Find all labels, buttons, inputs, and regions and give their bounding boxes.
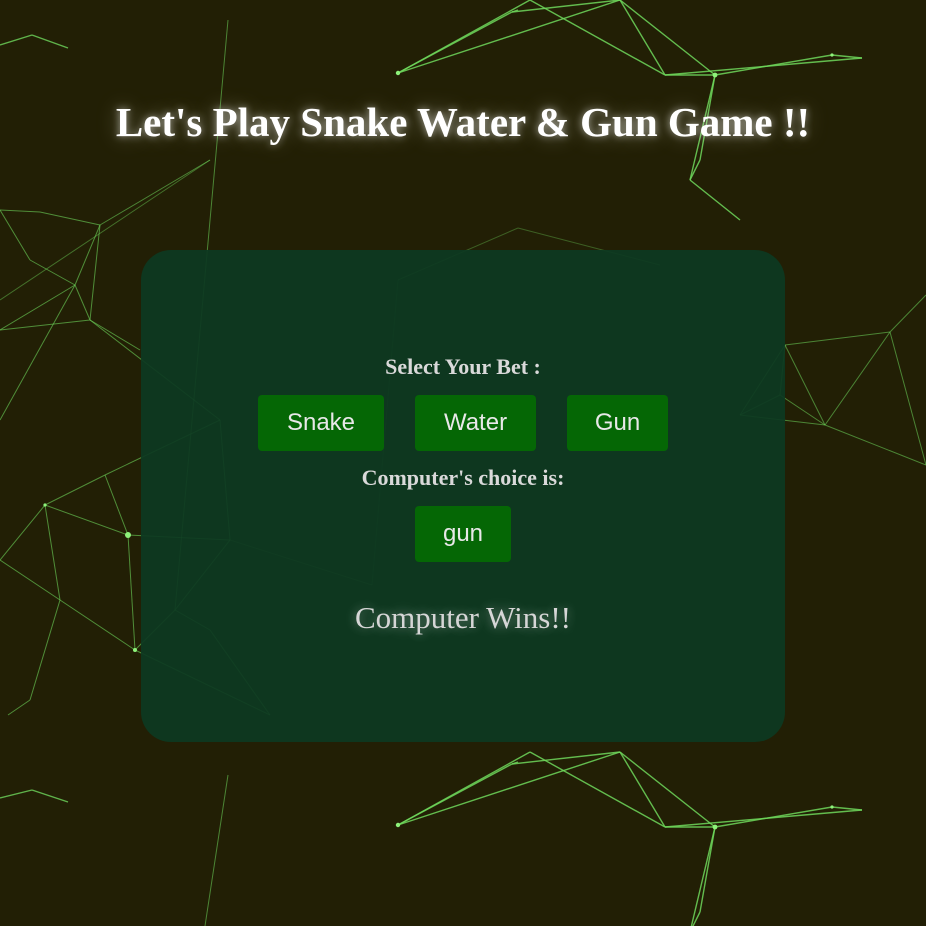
computer-choice-label: Computer's choice is: — [361, 465, 565, 490]
select-bet-label: Select Your Bet : — [385, 354, 541, 379]
result-text: Computer Wins!! — [354, 600, 572, 635]
gun-button[interactable]: Gun — [567, 395, 668, 451]
game-panel: Select Your Bet : Snake Water Gun Comput… — [141, 250, 785, 742]
computer-choice-badge: gun — [415, 506, 511, 562]
water-button[interactable]: Water — [415, 395, 536, 451]
snake-button[interactable]: Snake — [258, 395, 384, 451]
page-title: Let's Play Snake Water & Gun Game !! — [115, 99, 811, 145]
